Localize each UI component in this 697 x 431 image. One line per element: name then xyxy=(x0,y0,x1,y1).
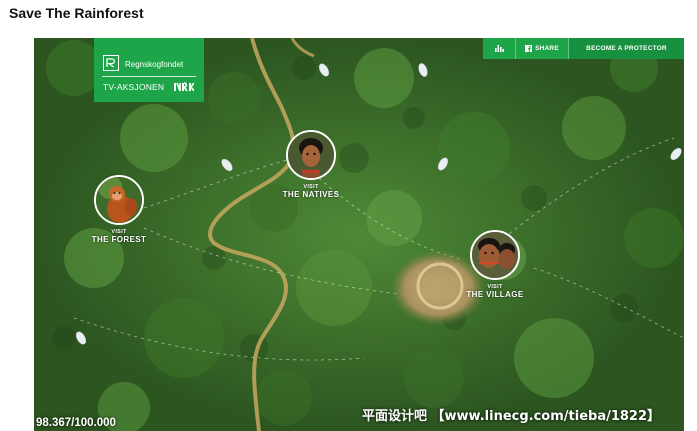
visit-natives-marker[interactable]: VISIT THE NATIVES xyxy=(281,130,341,199)
visit-village-marker[interactable]: VISIT THE VILLAGE xyxy=(465,230,525,299)
destination-label: THE VILLAGE xyxy=(466,290,524,299)
visit-forest-marker[interactable]: VISIT THE FOREST xyxy=(89,175,149,244)
logo-name: Regnskogfondet xyxy=(125,60,184,69)
facebook-icon xyxy=(525,45,533,52)
stats-button[interactable] xyxy=(483,38,516,59)
villagers-photo xyxy=(470,230,520,280)
native-child-photo xyxy=(286,130,336,180)
orangutan-photo xyxy=(94,175,144,225)
destination-label: THE FOREST xyxy=(91,235,147,244)
share-button[interactable]: SHARE xyxy=(516,38,569,59)
destination-label: THE NATIVES xyxy=(282,190,340,199)
top-navigation: SHARE BECOME A PROTECTOR xyxy=(483,38,684,59)
become-protector-button[interactable]: BECOME A PROTECTOR xyxy=(569,38,684,59)
logo-subtitle: TV-AKSJONEN xyxy=(103,82,165,92)
page-title: Save The Rainforest xyxy=(9,5,144,21)
protector-counter: 98.367/100.000 xyxy=(36,417,116,429)
share-label: SHARE xyxy=(535,45,559,52)
nrk-logo-icon xyxy=(174,82,194,92)
bar-chart-icon xyxy=(494,45,504,52)
r-logo-icon xyxy=(103,55,119,71)
watermark: 平面设计吧 【www.linecg.com/tieba/1822】 xyxy=(362,409,661,424)
regnskogfondet-logo[interactable]: Regnskogfondet TV-AKSJONEN xyxy=(94,38,204,102)
rainforest-map[interactable]: Regnskogfondet TV-AKSJONEN SHARE BECOME … xyxy=(34,38,684,431)
logo-divider xyxy=(102,76,196,77)
